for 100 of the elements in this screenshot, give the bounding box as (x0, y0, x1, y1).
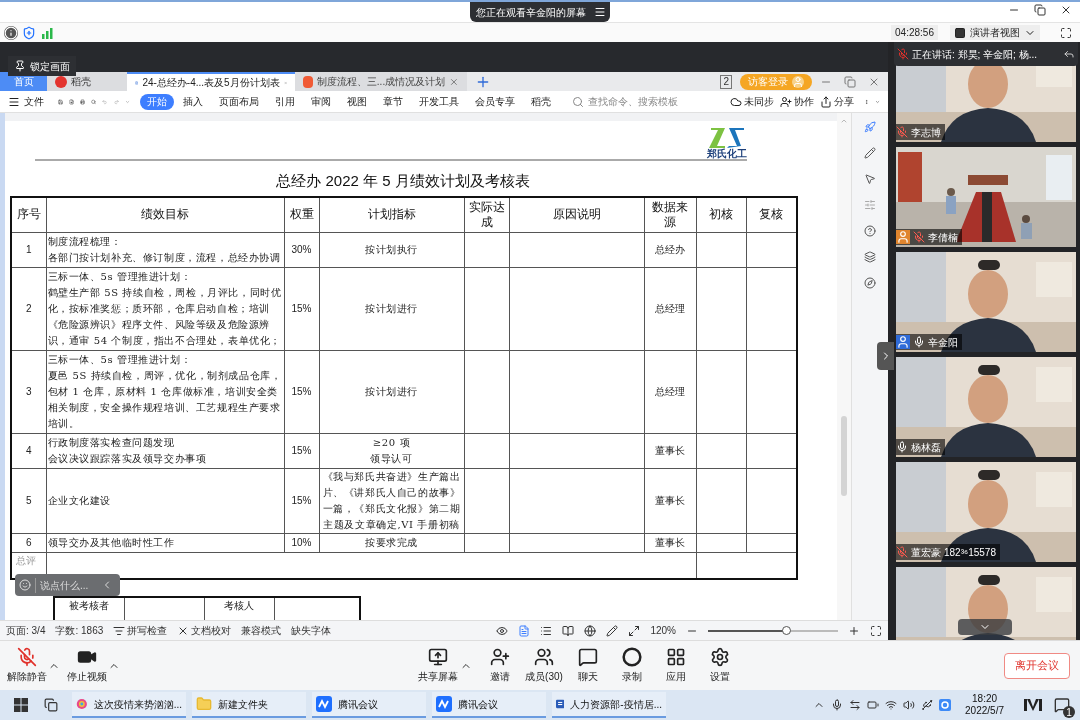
shield-icon[interactable] (22, 25, 36, 40)
proofread-button[interactable]: 文档校对 (177, 623, 232, 638)
taskbar-app[interactable]: 腾讯会议 (432, 692, 546, 718)
compass-icon[interactable] (864, 277, 876, 289)
window-count-badge[interactable]: 2 (720, 74, 732, 89)
ribbon-tab[interactable]: 会员专享 (467, 93, 522, 110)
rocket-icon[interactable] (864, 121, 876, 133)
scrollbar-thumb[interactable] (841, 416, 847, 496)
ribbon-tab[interactable]: 稻壳 (523, 93, 558, 110)
fit-icon[interactable] (628, 624, 641, 637)
usb-icon[interactable] (921, 699, 934, 711)
web-icon[interactable] (584, 624, 597, 637)
pen-icon[interactable] (606, 624, 619, 637)
outline-icon[interactable] (540, 624, 553, 637)
reply-icon[interactable] (1063, 48, 1075, 60)
table-cell: 总经理 (644, 267, 696, 350)
microphone-icon[interactable] (831, 699, 844, 711)
taskbar-app[interactable]: 人力资源部-疫情居... (552, 692, 666, 718)
fullscreen-icon[interactable] (870, 624, 882, 637)
search-field[interactable]: 查找命令、搜索模板 (571, 94, 718, 109)
toolbar-button[interactable]: 停止视频 (66, 643, 108, 688)
colorful-circle-icon (76, 696, 88, 712)
menu-icon[interactable] (594, 6, 606, 18)
column-header: 权重 (284, 197, 319, 232)
toolbar-button[interactable]: 应用 (654, 643, 698, 688)
ribbon-tab[interactable]: 页面布局 (211, 93, 266, 110)
view-mode-button[interactable]: 演讲者视图 (950, 25, 1040, 40)
app-tray-icon[interactable] (939, 699, 952, 711)
word-count: 字数: 1863 (55, 624, 104, 638)
ribbon-tab[interactable]: 章节 (375, 93, 410, 110)
taskbar-app[interactable]: 这次疫情来势汹汹... (72, 692, 186, 718)
cell-text: 企业文化建设 (47, 493, 113, 508)
ribbon-tab[interactable]: 视图 (339, 93, 374, 110)
toolbar-button[interactable]: 邀请 (478, 643, 522, 688)
leave-meeting-button[interactable]: 离开会议 (1004, 652, 1070, 679)
task-view-icon[interactable] (44, 698, 58, 712)
zoom-level[interactable]: 120% (650, 623, 676, 638)
collapse-panel-button[interactable] (877, 342, 894, 370)
logo-icon[interactable] (1024, 699, 1042, 711)
restore-icon[interactable] (844, 75, 856, 88)
zoom-slider-thumb[interactable] (782, 625, 791, 635)
start-icon[interactable] (14, 698, 28, 712)
share-icon (819, 95, 832, 108)
participant-name: 李志博 (911, 125, 941, 140)
toolbar-button[interactable]: 共享屏幕 (416, 643, 460, 688)
eye-icon[interactable] (496, 624, 509, 637)
taskbar-app[interactable]: 新建文件夹 (192, 692, 306, 718)
toolbar-button[interactable]: 成员(30) (522, 643, 566, 688)
search-icon (571, 95, 584, 108)
file-menu[interactable]: 文件 (8, 94, 44, 109)
participant-note: 182³⁶15578 (944, 545, 996, 560)
sliders-icon[interactable] (864, 199, 876, 211)
toolbar-action[interactable]: 未同步 (729, 94, 774, 109)
help-icon[interactable] (864, 225, 876, 237)
fullscreen-icon[interactable] (1060, 26, 1072, 39)
zoom-in-icon[interactable] (848, 624, 860, 637)
toolbar-action[interactable]: 协作 (779, 94, 814, 109)
document-tab[interactable]: 制度流程、三...成情况及计划 (295, 72, 467, 91)
document-tab[interactable]: 稻壳 (47, 72, 127, 91)
battery-icon[interactable] (867, 699, 880, 711)
ribbon-tab[interactable]: 开始 (139, 93, 174, 110)
arrows-icon[interactable] (849, 699, 862, 711)
emoji-icon (19, 579, 31, 591)
cell-text: 各部门按计划补充、修订制度，流程，总经办协调 (47, 250, 282, 265)
toolbar-button[interactable]: 解除静音 (6, 643, 48, 688)
cell-text: 按计划进行 (364, 301, 419, 316)
pointer-icon[interactable] (864, 173, 876, 185)
cell-text: 领导认可 (369, 451, 414, 466)
scroll-down-button[interactable] (958, 619, 1012, 635)
missing-fonts-button[interactable]: 缺失字体 (291, 623, 332, 638)
spell-check-button[interactable]: 拼写检查 (113, 623, 168, 638)
ribbon-tab[interactable]: 开发工具 (411, 93, 466, 110)
wifi-icon[interactable] (885, 699, 898, 711)
taskbar-app[interactable]: 腾讯会议 (312, 692, 426, 718)
clock-time[interactable]: 18:20 (972, 693, 998, 705)
toolbar-button[interactable]: 设置 (698, 643, 742, 688)
table-cell: 董事长 (644, 433, 696, 468)
chat-input[interactable]: 说点什么... (15, 574, 120, 596)
volume-icon[interactable] (903, 699, 916, 711)
document-tab[interactable]: 24-总经办-4...表及5月份计划表 (127, 72, 295, 91)
add-person-icon (490, 647, 510, 667)
clock-date[interactable]: 2022/5/7 (965, 705, 1004, 717)
book-icon[interactable] (562, 624, 575, 637)
page-view-icon[interactable] (518, 624, 531, 637)
pen-icon[interactable] (864, 147, 876, 159)
column-header: 计划指标 (319, 197, 464, 232)
lock-tooltip[interactable]: 锁定画面 (8, 56, 76, 76)
toolbar-button[interactable]: 聊天 (566, 643, 610, 688)
ribbon-tab[interactable]: 插入 (175, 93, 210, 110)
ribbon-tab[interactable]: 引用 (267, 93, 302, 110)
table-cell: 2 (11, 267, 46, 350)
toolbar-action[interactable]: 分享 (819, 94, 854, 109)
restore-icon[interactable] (1034, 4, 1046, 16)
table-cell: 3 (11, 350, 46, 433)
table-cell: 30% (284, 232, 319, 267)
info-icon[interactable] (4, 25, 18, 40)
cell-text: 按要求完成 (364, 535, 419, 550)
ribbon-tab[interactable]: 审阅 (303, 93, 338, 110)
toolbar-button[interactable]: 录制 (610, 643, 654, 688)
layers-icon[interactable] (864, 251, 876, 263)
